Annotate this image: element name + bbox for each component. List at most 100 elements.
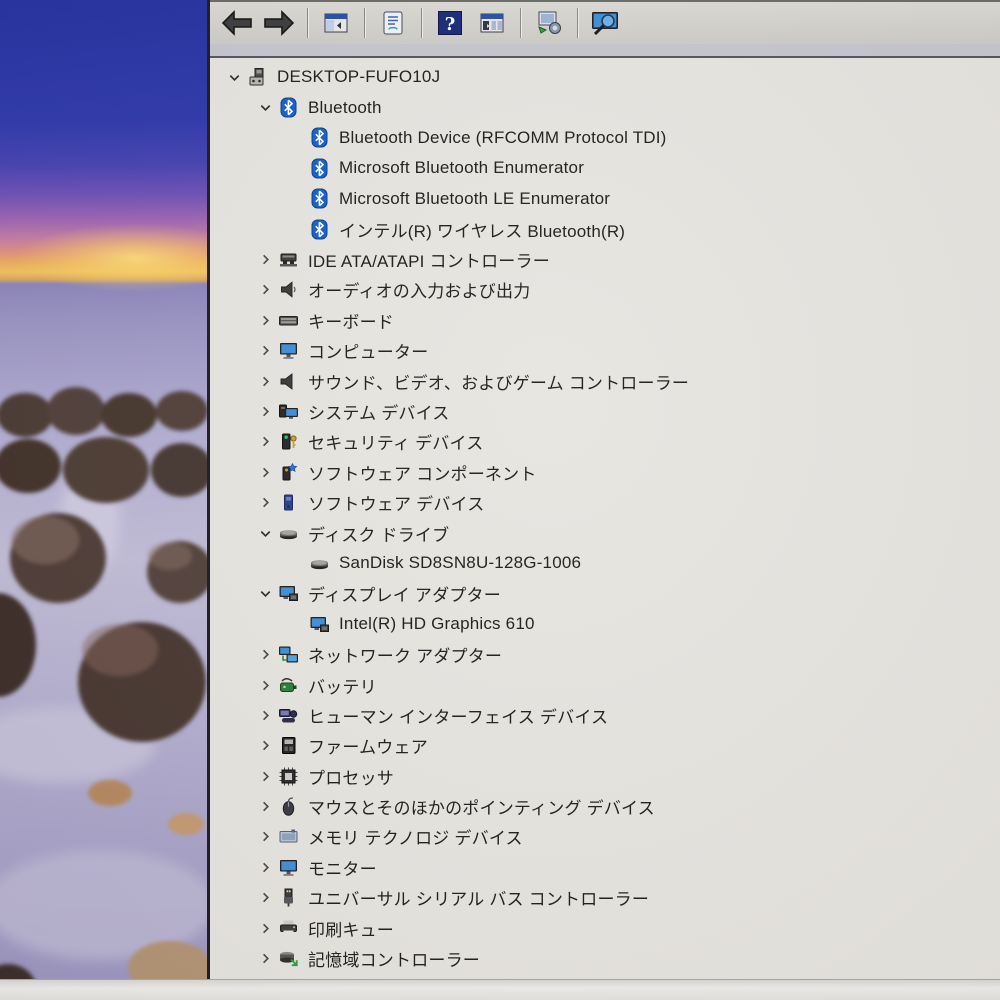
security-device-icon (277, 431, 299, 453)
toolbar-monitor-search-button[interactable] (587, 6, 625, 40)
tree-item-label[interactable]: Microsoft Bluetooth LE Enumerator (339, 189, 610, 209)
tree-item[interactable]: ヒューマン インターフェイス デバイス (210, 700, 1000, 730)
tree-item-label[interactable]: サウンド、ビデオ、およびゲーム コントローラー (308, 369, 689, 394)
tree-item[interactable]: メモリ テクノロジ デバイス (210, 822, 1000, 852)
tree-item[interactable]: ファームウェア (210, 731, 1000, 761)
chevron-right-icon[interactable] (253, 281, 277, 299)
tree-item[interactable]: モニター (210, 852, 1000, 882)
chevron-down-icon[interactable] (253, 99, 277, 117)
toolbar-back-button[interactable] (218, 6, 256, 40)
tree-item[interactable]: キーボード (210, 305, 1000, 335)
tree-item-label[interactable]: メモリ テクノロジ デバイス (308, 824, 523, 849)
sound-icon (277, 370, 299, 392)
chevron-right-icon[interactable] (253, 342, 277, 360)
tree-item-label[interactable]: コンピューター (308, 338, 428, 363)
tree-item[interactable]: Bluetooth (210, 92, 1000, 122)
chevron-down-icon[interactable] (222, 68, 246, 86)
toolbar-properties-button[interactable] (374, 6, 412, 40)
chevron-right-icon[interactable] (253, 463, 277, 481)
tree-item[interactable]: オーディオの入力および出力 (210, 275, 1000, 305)
tree-item-label[interactable]: Bluetooth (308, 98, 382, 118)
chevron-down-icon[interactable] (253, 524, 277, 542)
tree-item[interactable]: 印刷キュー (210, 913, 1000, 943)
chevron-right-icon[interactable] (253, 676, 277, 694)
tree-item-label[interactable]: ディスプレイ アダプター (308, 581, 501, 606)
chevron-right-icon[interactable] (253, 251, 277, 269)
chevron-right-icon[interactable] (253, 433, 277, 451)
chevron-right-icon[interactable] (253, 402, 277, 420)
chevron-right-icon[interactable] (253, 311, 277, 329)
tree-item[interactable]: SanDisk SD8SN8U-128G-1006 (210, 548, 1000, 578)
chevron-right-icon[interactable] (253, 828, 277, 846)
tree-item[interactable]: IDE ATA/ATAPI コントローラー (210, 244, 1000, 274)
tree-item[interactable]: サウンド、ビデオ、およびゲーム コントローラー (210, 366, 1000, 396)
tree-item-label[interactable]: DESKTOP-FUFO10J (277, 67, 440, 87)
toolbar-console-window-button[interactable] (317, 6, 355, 40)
tree-item-label[interactable]: セキュリティ デバイス (308, 429, 483, 454)
tree-item-label[interactable]: 記憶域コントローラー (308, 946, 480, 971)
tree-item[interactable]: 記憶域コントローラー (210, 943, 1000, 973)
toolbar-help-button[interactable]: ? (431, 6, 469, 40)
tree-item[interactable]: マウスとそのほかのポインティング デバイス (210, 791, 1000, 821)
tree-item-label[interactable]: Intel(R) HD Graphics 610 (339, 614, 535, 634)
bluetooth-icon (308, 127, 330, 149)
tree-item[interactable]: バッテリ (210, 670, 1000, 700)
chevron-right-icon[interactable] (253, 372, 277, 390)
chevron-right-icon[interactable] (253, 767, 277, 785)
chevron-right-icon[interactable] (253, 646, 277, 664)
tree-item-label[interactable]: ユニバーサル シリアル バス コントローラー (308, 885, 649, 910)
tree-item-label[interactable]: ネットワーク アダプター (308, 642, 502, 667)
tree-item-label[interactable]: ディスク ドライブ (308, 521, 449, 546)
chevron-right-icon[interactable] (253, 494, 277, 512)
tree-item[interactable]: Intel(R) HD Graphics 610 (210, 609, 1000, 639)
tree-item-label[interactable]: ソフトウェア コンポーネント (308, 460, 537, 485)
tree-item-label[interactable]: オーディオの入力および出力 (308, 277, 530, 302)
tree-item[interactable]: コンピューター (210, 336, 1000, 366)
tree-item[interactable]: Microsoft Bluetooth Enumerator (210, 153, 1000, 183)
tree-item-label[interactable]: キーボード (308, 308, 394, 333)
tree-item-label[interactable]: ファームウェア (308, 733, 428, 758)
tree-item-label[interactable]: 印刷キュー (308, 916, 394, 941)
tree-item-label[interactable]: SanDisk SD8SN8U-128G-1006 (339, 553, 581, 573)
tree-item[interactable]: ユニバーサル シリアル バス コントローラー (210, 883, 1000, 913)
tree-item[interactable]: システム デバイス (210, 396, 1000, 426)
chevron-right-icon[interactable] (253, 798, 277, 816)
tree-item-label[interactable]: ソフトウェア デバイス (308, 490, 484, 515)
tree-item-label[interactable]: マウスとそのほかのポインティング デバイス (308, 794, 655, 819)
tree-item[interactable]: ソフトウェア デバイス (210, 487, 1000, 517)
chevron-right-icon[interactable] (253, 737, 277, 755)
tree-item[interactable]: セキュリティ デバイス (210, 427, 1000, 457)
chevron-right-icon[interactable] (253, 858, 277, 876)
tree-item-label[interactable]: IDE ATA/ATAPI コントローラー (308, 247, 550, 272)
tree-item-label[interactable]: ヒューマン インターフェイス デバイス (308, 703, 608, 728)
usb-icon (277, 887, 299, 909)
tree-item[interactable]: Microsoft Bluetooth LE Enumerator (210, 184, 1000, 214)
tree-item-label[interactable]: バッテリ (308, 673, 377, 698)
tree-item[interactable]: インテル(R) ワイヤレス Bluetooth(R) (210, 214, 1000, 244)
tree-item-label[interactable]: Bluetooth Device (RFCOMM Protocol TDI) (339, 128, 667, 148)
scan-hardware-icon (535, 10, 563, 36)
tree-item[interactable]: Bluetooth Device (RFCOMM Protocol TDI) (210, 123, 1000, 153)
toolbar-separator (307, 8, 308, 38)
tree-item-label[interactable]: システム デバイス (308, 399, 450, 424)
network-adapter-icon (277, 644, 299, 666)
toolbar-scan-hardware-button[interactable] (530, 6, 568, 40)
chevron-right-icon[interactable] (253, 950, 277, 968)
tree-item[interactable]: プロセッサ (210, 761, 1000, 791)
chevron-right-icon[interactable] (253, 919, 277, 937)
tree-item-label[interactable]: Microsoft Bluetooth Enumerator (339, 158, 584, 178)
tree-item[interactable]: ディスプレイ アダプター (210, 579, 1000, 609)
tree-item-label[interactable]: プロセッサ (308, 764, 394, 789)
toolbar-forward-button[interactable] (260, 6, 298, 40)
tree-item[interactable]: DESKTOP-FUFO10J (210, 62, 1000, 92)
chevron-right-icon[interactable] (253, 706, 277, 724)
tree-item[interactable]: ソフトウェア コンポーネント (210, 457, 1000, 487)
properties-icon (381, 10, 405, 36)
chevron-right-icon[interactable] (253, 889, 277, 907)
toolbar-window-panel-button[interactable] (473, 6, 511, 40)
tree-item[interactable]: ネットワーク アダプター (210, 639, 1000, 669)
tree-item-label[interactable]: モニター (308, 855, 377, 880)
tree-item-label[interactable]: インテル(R) ワイヤレス Bluetooth(R) (339, 217, 625, 242)
chevron-down-icon[interactable] (253, 585, 277, 603)
tree-item[interactable]: ディスク ドライブ (210, 518, 1000, 548)
